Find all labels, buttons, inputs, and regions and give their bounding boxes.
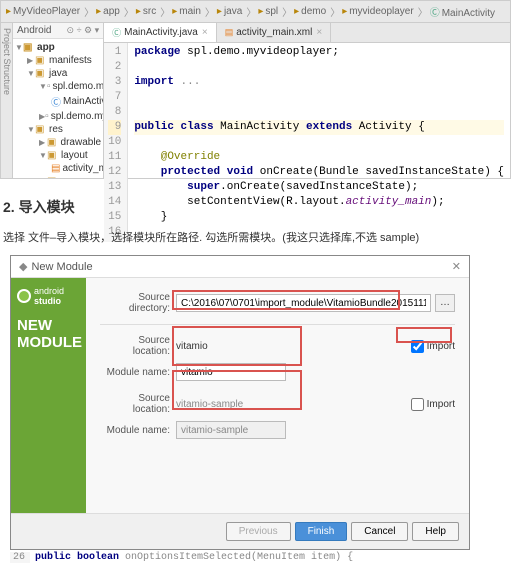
tree-item[interactable]: ▶▫spl.demo.myvideoplayer (androidTest) (13, 110, 103, 123)
cancel-button[interactable]: Cancel (351, 522, 408, 541)
line-gutter: 12378910111213141516 (104, 43, 128, 242)
tree-item[interactable]: ▤activity_main.xml (13, 162, 103, 175)
breadcrumb-item[interactable]: ▸main (172, 6, 201, 17)
tree-item[interactable]: ▼▫spl.demo.myvideoplayer (13, 80, 103, 93)
source-location-value-2: vitamio-sample (176, 399, 243, 410)
tree-dropdown[interactable]: Android (17, 25, 67, 36)
module-name-input-2[interactable] (176, 421, 286, 439)
import-checkbox-2[interactable] (411, 398, 424, 411)
tree-item[interactable]: ▶▣manifests (13, 54, 103, 67)
import-label-1: Import (427, 341, 455, 352)
previous-button[interactable]: Previous (226, 522, 291, 541)
import-checkbox-1[interactable] (411, 340, 424, 353)
tree-item[interactable]: ▼▣res (13, 123, 103, 136)
left-sidebar: Project Structure (1, 23, 13, 178)
browse-button[interactable]: … (435, 294, 455, 312)
dialog-titlebar: ◆ New Module ✕ (11, 256, 469, 278)
dialog-sidebar: androidstudio NEW MODULE (11, 278, 86, 513)
tree-item[interactable]: ⒸMainActivity (13, 93, 103, 110)
module-name-label: Module name: (100, 367, 170, 378)
code-area[interactable]: 12378910111213141516 package spl.demo.my… (104, 43, 510, 242)
source-dir-label: Source directory: (100, 292, 170, 314)
dialog-footer: Previous Finish Cancel Help (11, 513, 469, 549)
tree-item[interactable]: ▼▣layout (13, 149, 103, 162)
tree-item[interactable]: ▶▣menu (13, 175, 103, 178)
breadcrumb: ▸MyVideoPlayer〉▸app〉▸src〉▸main〉▸java〉▸sp… (1, 1, 510, 23)
new-module-label: NEW MODULE (17, 318, 80, 351)
dialog-title-text: New Module (31, 261, 92, 273)
tree-item[interactable]: ▼▣java (13, 67, 103, 80)
breadcrumb-item[interactable]: ▸MyVideoPlayer (6, 6, 80, 17)
module-name-label-2: Module name: (100, 425, 170, 436)
module-name-input[interactable] (176, 363, 286, 381)
close-icon[interactable]: ✕ (452, 260, 461, 273)
tree-header-icons[interactable]: ⊙ ÷ ⚙ ▾ (67, 25, 100, 36)
breadcrumb-item[interactable]: ▸java (217, 6, 242, 17)
dialog-icon: ◆ (19, 260, 27, 273)
source-location-label-2: Source location: (100, 393, 170, 415)
tree-item[interactable]: ▼▣app (13, 41, 103, 54)
source-dir-input[interactable] (176, 294, 431, 312)
finish-button[interactable]: Finish (295, 522, 348, 541)
dialog-form: Source directory: … Source location: vit… (86, 278, 469, 513)
breadcrumb-item[interactable]: ⒸMainActivity (430, 4, 495, 19)
import-label-2: Import (427, 399, 455, 410)
editor-area: ⒸMainActivity.java ×▤activity_main.xml ×… (104, 23, 510, 178)
tree-item[interactable]: ▶▣drawable (13, 136, 103, 149)
android-icon (17, 289, 31, 303)
code-content[interactable]: package spl.demo.myvideoplayer; import .… (128, 43, 510, 242)
source-location-value: vitamio (176, 341, 208, 352)
breadcrumb-item[interactable]: ▸demo (294, 6, 326, 17)
project-tree[interactable]: Android ⊙ ÷ ⚙ ▾ ▼▣app▶▣manifests▼▣java▼▫… (13, 23, 104, 178)
breadcrumb-item[interactable]: ▸app (96, 6, 120, 17)
help-button[interactable]: Help (412, 522, 459, 541)
ide-window: ▸MyVideoPlayer〉▸app〉▸src〉▸main〉▸java〉▸sp… (0, 0, 511, 179)
breadcrumb-item[interactable]: ▸myvideoplayer (342, 6, 414, 17)
source-location-label: Source location: (100, 335, 170, 357)
editor-tab[interactable]: ▤activity_main.xml × (217, 23, 332, 42)
editor-tab[interactable]: ⒸMainActivity.java × (104, 23, 217, 42)
studio-logo: androidstudio (17, 286, 80, 306)
breadcrumb-item[interactable]: ▸src (136, 6, 156, 17)
new-module-dialog: ◆ New Module ✕ androidstudio NEW MODULE … (10, 255, 470, 550)
tree-header[interactable]: Android ⊙ ÷ ⚙ ▾ (13, 23, 103, 39)
editor-tabs: ⒸMainActivity.java ×▤activity_main.xml × (104, 23, 510, 43)
bottom-code-snippet: 26 public boolean onOptionsItemSelected(… (10, 552, 511, 563)
breadcrumb-item[interactable]: ▸spl (258, 6, 278, 17)
